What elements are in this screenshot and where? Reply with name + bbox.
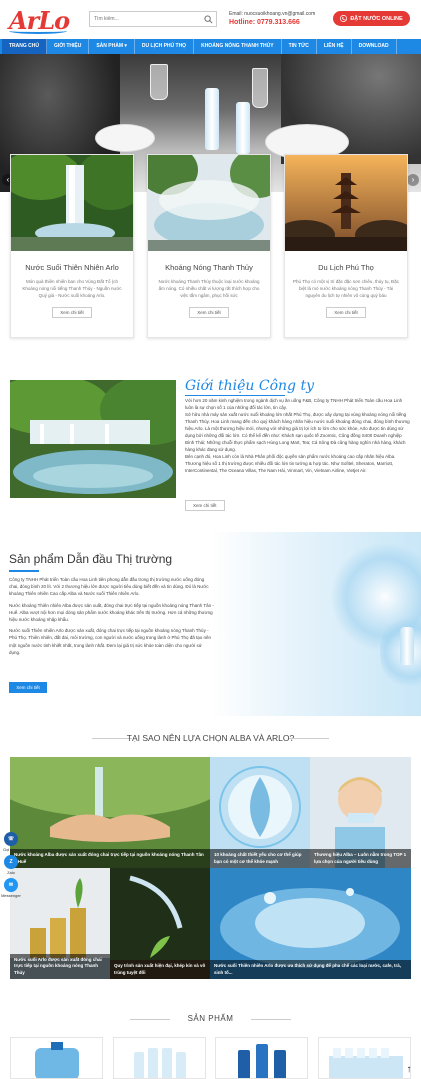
tile-caption: 10 khoáng chất thiết yếu cho cơ thể giúp…	[210, 849, 310, 868]
feature-cards: Nước Suối Thiên Nhiên Arlo Món quà thiên…	[10, 154, 409, 338]
why-tile[interactable]: 10 khoáng chất thiết yếu cho cơ thể giúp…	[210, 757, 310, 868]
zalo-label: Zalo	[7, 870, 15, 875]
feature-card-tourism[interactable]: Du Lịch Phú Thọ Phú Thọ có một vị trí đặ…	[284, 154, 408, 338]
back-to-top-icon[interactable]: ↑	[403, 1064, 415, 1076]
tile-caption: Quy trình sản xuất hiện đại, khép kín và…	[110, 960, 210, 979]
view-more-button[interactable]: Xem chi tiết	[52, 307, 92, 318]
view-more-button[interactable]: Xem chi tiết	[189, 307, 229, 318]
nav-item-hot-spring[interactable]: KHOÁNG NÓNG THANH THỦY	[194, 39, 282, 54]
hot-spring-image	[148, 155, 270, 251]
feature-desc: Món quà thiên nhiên ban cho Vùng Đất Tổ …	[22, 279, 122, 298]
phone-icon	[340, 15, 348, 22]
intro-image	[10, 380, 176, 498]
feature-title: Nước Suối Thiên Nhiên Arlo	[25, 263, 119, 272]
hero-bottle-right	[236, 102, 250, 154]
bottle-pack-image	[134, 1048, 186, 1078]
why-choose-title: TẠI SAO NÊN LỰA CHỌN ALBA VÀ ARLO?	[0, 733, 421, 743]
search-icon[interactable]	[204, 15, 213, 24]
site-header: ArLo Email: nuocsuoikhoang.vn@gmail.com …	[0, 0, 421, 39]
waterfall-image	[11, 155, 133, 251]
messenger-button[interactable]: ✉ Messenger	[0, 878, 22, 898]
view-more-button[interactable]: Xem chi tiết	[326, 307, 366, 318]
nav-item-download[interactable]: DOWNLOAD	[352, 39, 397, 54]
feature-title: Khoáng Nóng Thanh Thủy	[165, 263, 253, 272]
nav-item-home[interactable]: TRANG CHỦ	[2, 39, 47, 54]
divider-line	[251, 1019, 291, 1020]
leading-products-underline	[9, 570, 39, 572]
phone-icon: ☏	[4, 832, 18, 846]
products-title: SẢN PHẨM	[187, 1014, 234, 1023]
intro-paragraph: Với hơn 20 năm kinh nghiệm trong ngành d…	[185, 398, 403, 410]
product-card[interactable]	[113, 1037, 206, 1079]
tile-caption: Thương hiệu Alba – Luôn nằm trong TOP 1 …	[310, 849, 411, 868]
product-card[interactable]	[10, 1037, 103, 1079]
tile-caption: Nước suối Thiên nhiên Arlo được ưa thích…	[210, 960, 411, 979]
hero-bottle-left	[205, 88, 219, 150]
order-online-button[interactable]: ĐẶT NƯỚC ONLINE	[333, 11, 410, 26]
intro-body: Với hơn 20 năm kinh nghiệm trong ngành d…	[185, 398, 411, 475]
order-online-label: ĐẶT NƯỚC ONLINE	[350, 15, 403, 22]
product-card[interactable]	[318, 1037, 411, 1079]
hero-glass	[150, 64, 168, 100]
divider-line	[289, 738, 329, 739]
why-tile[interactable]: Nước suối Thiên nhiên Arlo được ưa thích…	[210, 868, 411, 979]
intro-underline	[185, 395, 285, 396]
search-box	[89, 11, 217, 27]
intro-title: Giới thiệu Công ty	[185, 378, 314, 394]
why-tile[interactable]: Thương hiệu Alba – Luôn nằm trong TOP 1 …	[310, 757, 411, 868]
nav-item-contact[interactable]: LIÊN HỆ	[317, 39, 352, 54]
leading-products-title: Sản phẩm Dẫn đầu Thị trường	[9, 552, 173, 566]
why-tile[interactable]: Nước khoáng Alba được sản xuất đóng chai…	[10, 757, 210, 868]
leading-products-section: Sản phẩm Dẫn đầu Thị trường Công ty TNHH…	[0, 532, 421, 716]
why-tile[interactable]: Quy trình sản xuất hiện đại, khép kín và…	[110, 868, 210, 979]
main-nav: TRANG CHỦ GIỚI THIỆU SẢN PHẨM ▾ DU LỊCH …	[0, 39, 421, 54]
search-input[interactable]	[90, 13, 200, 25]
feature-desc: Nước khoáng Thanh Thủy thuộc loại nước k…	[158, 279, 260, 298]
pagoda-image	[285, 155, 407, 251]
feature-desc: Phú Thọ có một vị trí đặc đặc sơn chiêu,…	[293, 279, 399, 298]
contact-hotline[interactable]: Hotline: 0779.313.666	[229, 19, 321, 26]
feature-card-arlo[interactable]: Nước Suối Thiên Nhiên Arlo Món quà thiên…	[10, 154, 134, 338]
leading-products-body: Công ty TNHH Phát triển Toàn cầu Hoa Lin…	[9, 576, 214, 660]
messenger-icon: ✉	[4, 878, 18, 892]
intro-paragraph: Bên cạnh đó, Hoa Linh còn là Nhà Phân ph…	[185, 453, 396, 473]
lead-paragraph: Công ty TNHH Phát triển Toàn cầu Hoa Lin…	[9, 577, 209, 597]
contact-email: Email: nuocsuoikhoang.vn@gmail.com	[229, 11, 316, 17]
water-jug-image	[35, 1042, 79, 1078]
hero-plate-left	[95, 124, 155, 152]
nav-item-products[interactable]: SẢN PHẨM ▾	[89, 39, 135, 54]
zalo-button[interactable]: Z Zalo	[0, 855, 22, 875]
why-tile[interactable]: Nước suối Arlo được sản xuất đóng chai t…	[10, 868, 110, 979]
tile-caption: Nước khoáng Alba được sản xuất đóng chai…	[10, 849, 210, 868]
intro-view-more-button[interactable]: Xem chi tiết	[185, 500, 225, 511]
zalo-icon: Z	[4, 855, 18, 869]
messenger-label: Messenger	[1, 893, 21, 898]
feature-title: Du Lịch Phú Thọ	[318, 263, 374, 272]
nav-item-tourism[interactable]: DU LỊCH PHÚ THỌ	[135, 39, 195, 54]
call-label: Gọi ngay	[2, 847, 19, 852]
why-choose-title-text: TẠI SAO NÊN LỰA CHỌN ALBA VÀ ARLO?	[126, 733, 295, 743]
alba-bottles-image	[238, 1044, 286, 1078]
hero-glass-right	[252, 68, 268, 108]
nav-item-about[interactable]: GIỚI THIỆU	[47, 39, 90, 54]
leading-view-more-button[interactable]: Xem chi tiết	[9, 682, 47, 693]
bottle-case-image	[329, 1048, 403, 1078]
bottle-image	[400, 627, 414, 665]
lead-paragraph: Nước khoáng Thiên nhiên Alba được sản xu…	[9, 602, 214, 622]
logo-swoosh	[9, 28, 67, 34]
floating-contact-bar: ☏ Gọi ngay Z Zalo ✉ Messenger	[0, 832, 22, 901]
arlo-logo[interactable]: ArLo	[9, 6, 75, 36]
header-contact: Email: nuocsuoikhoang.vn@gmail.com Hotli…	[229, 11, 321, 26]
product-card[interactable]	[215, 1037, 308, 1079]
intro-paragraph: Sở hữu nhà máy sản xuất nước suối khoáng…	[185, 411, 410, 452]
tile-caption: Nước suối Arlo được sản xuất đóng chai t…	[10, 954, 110, 979]
call-now-button[interactable]: ☏ Gọi ngay	[0, 832, 22, 852]
nav-item-news[interactable]: TIN TỨC	[282, 39, 317, 54]
lead-paragraph: Nước suối Thiên nhiên Arlo được sản xuất…	[9, 628, 211, 655]
feature-card-hot-spring[interactable]: Khoáng Nóng Thanh Thủy Nước khoáng Thanh…	[147, 154, 271, 338]
